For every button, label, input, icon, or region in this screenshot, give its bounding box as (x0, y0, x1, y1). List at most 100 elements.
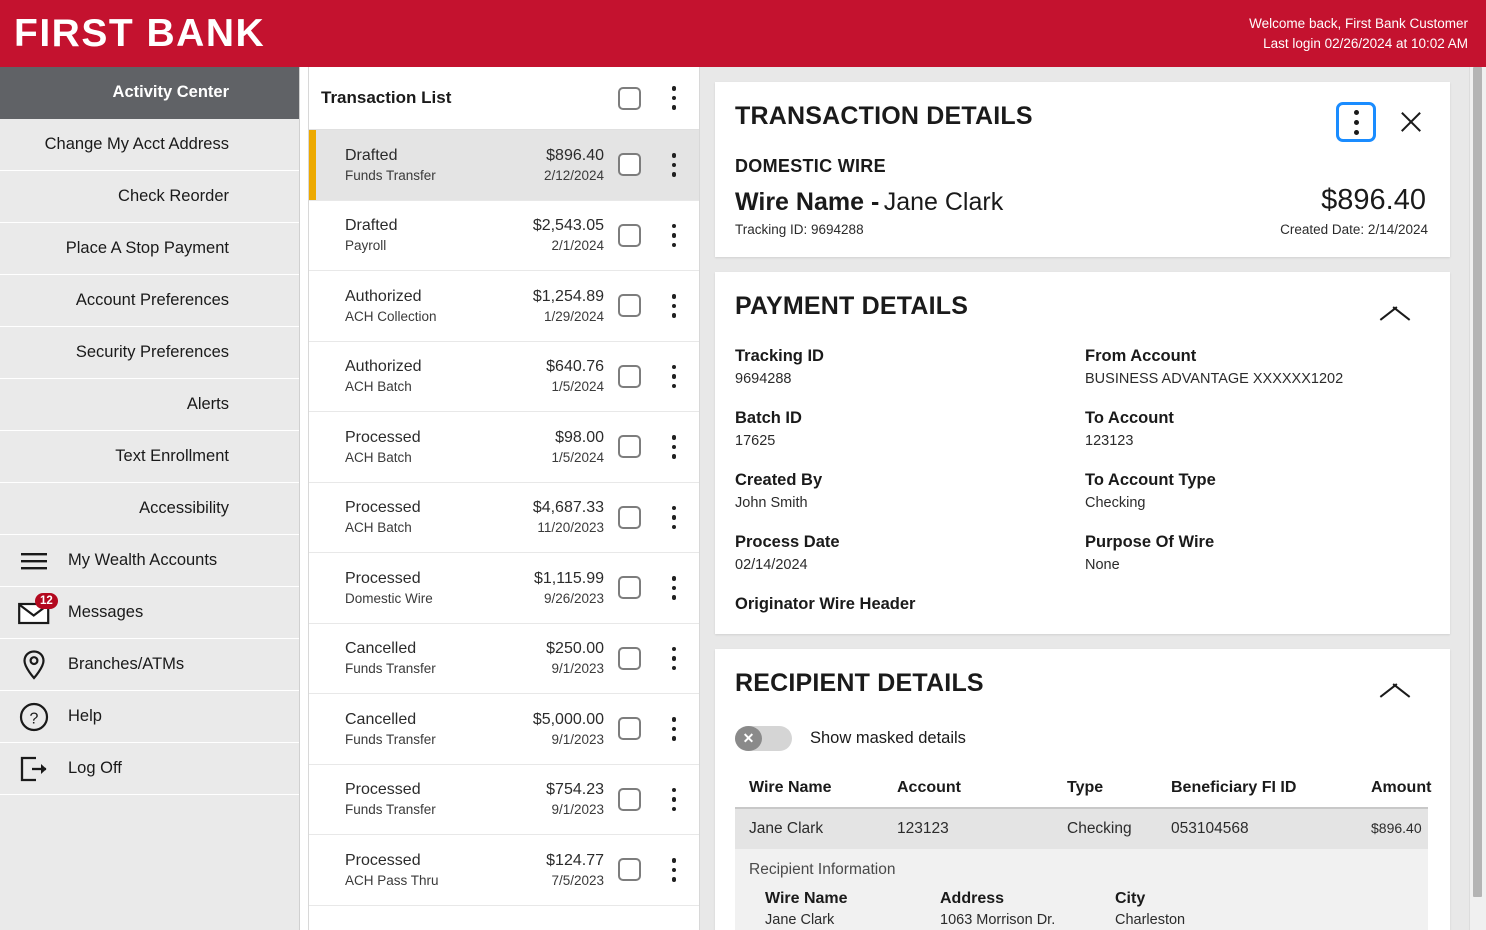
table-row[interactable]: Processed Domestic Wire $1,115.99 9/26/2… (309, 553, 699, 624)
row-menu-icon[interactable] (661, 858, 687, 882)
row-checkbox[interactable] (618, 223, 641, 247)
sidebar-item-messages[interactable]: 12 Messages (0, 587, 299, 639)
table-row[interactable]: Authorized ACH Collection $1,254.89 1/29… (309, 271, 699, 342)
sidebar-item-account-preferences[interactable]: Account Preferences (0, 275, 299, 327)
field-value: None (1085, 557, 1120, 573)
row-menu-icon[interactable] (661, 435, 687, 459)
sidebar-item-text-enrollment[interactable]: Text Enrollment (0, 431, 299, 483)
row-checkbox[interactable] (618, 294, 641, 318)
field-label: To Account (1085, 409, 1174, 427)
row-checkbox[interactable] (618, 787, 641, 811)
page-scrollbar-thumb[interactable] (1473, 67, 1482, 897)
field-value: 123123 (1085, 433, 1134, 449)
row-menu-icon[interactable] (661, 717, 687, 741)
close-icon[interactable] (1394, 105, 1428, 139)
payment-field: To Account 123123 (1085, 409, 1428, 449)
select-all-checkbox[interactable] (618, 86, 641, 110)
messages-badge: 12 (35, 592, 58, 609)
table-row[interactable]: Processed Funds Transfer $754.23 9/1/202… (309, 765, 699, 835)
transaction-list-menu-icon[interactable] (661, 86, 687, 110)
transaction-status: Drafted (345, 217, 398, 235)
details-column: TRANSACTION DETAILS DOMESTIC WIRE Wire N… (700, 67, 1470, 930)
field-label: From Account (1085, 347, 1197, 365)
row-menu-icon[interactable] (661, 153, 687, 177)
payment-field: From Account BUSINESS ADVANTAGE XXXXXX12… (1085, 347, 1428, 387)
sidebar-item-label: Messages (68, 603, 144, 621)
sidebar-item-branches-atms[interactable]: Branches/ATMs (0, 639, 299, 691)
cell-beneficiary-fi-id: 053104568 (1171, 820, 1249, 837)
transaction-type: Payroll (345, 238, 387, 254)
page-scrollbar[interactable] (1469, 67, 1486, 930)
hamburger-menu-icon (18, 545, 50, 577)
row-checkbox[interactable] (618, 505, 641, 529)
sidebar-item-change-my-acct-address[interactable]: Change My Acct Address (0, 119, 299, 171)
transaction-amount: $124.77 (546, 851, 604, 869)
transaction-row-content: Drafted Funds Transfer $896.40 2/12/2024 (321, 147, 618, 183)
sidebar-item-label: Alerts (186, 395, 229, 413)
payment-details-header[interactable]: PAYMENT DETAILS (735, 292, 1428, 321)
chevron-up-icon[interactable] (1378, 297, 1412, 317)
transaction-row-content: Processed Domestic Wire $1,115.99 9/26/2… (321, 570, 618, 606)
sidebar-item-accessibility[interactable]: Accessibility (0, 483, 299, 535)
payment-field: Batch ID 17625 (735, 409, 1085, 449)
table-row[interactable]: Drafted Funds Transfer $896.40 2/12/2024 (309, 130, 699, 201)
row-checkbox[interactable] (618, 858, 641, 882)
sidebar-item-label: Log Off (68, 759, 122, 777)
table-row[interactable]: Processed ACH Pass Thru $124.77 7/5/2023 (309, 835, 699, 906)
transaction-type: Funds Transfer (345, 802, 436, 818)
wire-kind-label: DOMESTIC WIRE (735, 156, 886, 176)
recipient-info-field: Address 1063 Morrison Dr. (940, 890, 1115, 928)
row-checkbox[interactable] (618, 153, 641, 177)
sidebar-item-activity-center[interactable]: Activity Center (0, 67, 299, 119)
row-checkbox[interactable] (618, 435, 641, 459)
row-checkbox[interactable] (618, 364, 641, 388)
sidebar-item-help[interactable]: ? Help (0, 691, 299, 743)
cell-type: Checking (1067, 820, 1132, 837)
table-row[interactable]: Drafted Payroll $2,543.05 2/1/2024 (309, 201, 699, 271)
sidebar-item-my-wealth-accounts[interactable]: My Wealth Accounts (0, 535, 299, 587)
sidebar-item-check-reorder[interactable]: Check Reorder (0, 171, 299, 223)
row-menu-icon[interactable] (661, 646, 687, 670)
payment-details-grid: Tracking ID 9694288 From Account BUSINES… (735, 347, 1428, 614)
field-value: 1063 Morrison Dr. (940, 912, 1056, 928)
sidebar-item-security-preferences[interactable]: Security Preferences (0, 327, 299, 379)
recipient-details-header[interactable]: RECIPIENT DETAILS (735, 669, 1428, 698)
row-menu-icon[interactable] (661, 294, 687, 318)
row-checkbox[interactable] (618, 717, 641, 741)
show-masked-details-toggle[interactable]: ✕ (735, 726, 792, 751)
column-header-account: Account (897, 779, 961, 796)
chevron-up-icon[interactable] (1378, 674, 1412, 694)
table-row[interactable]: Jane Clark 123123 Checking 053104568 $89… (735, 809, 1428, 849)
originator-wire-header-field: Originator Wire Header (735, 595, 1085, 614)
row-menu-icon[interactable] (661, 223, 687, 247)
cell-amount: $896.40 (1371, 820, 1422, 836)
transaction-details-menu-icon[interactable] (1336, 102, 1376, 142)
row-checkbox[interactable] (618, 646, 641, 670)
svg-text:?: ? (30, 710, 39, 727)
transaction-row-content: Cancelled Funds Transfer $5,000.00 9/1/2… (321, 711, 618, 747)
row-menu-icon[interactable] (661, 505, 687, 529)
sidebar-item-place-a-stop-payment[interactable]: Place A Stop Payment (0, 223, 299, 275)
field-value: 17625 (735, 433, 776, 449)
row-menu-icon[interactable] (661, 787, 687, 811)
table-row[interactable]: Authorized ACH Batch $640.76 1/5/2024 (309, 342, 699, 412)
transaction-row-content: Cancelled Funds Transfer $250.00 9/1/202… (321, 640, 618, 676)
transaction-list-panel: Transaction List Drafted Funds Transfer … (308, 67, 700, 930)
table-row[interactable]: Cancelled Funds Transfer $250.00 9/1/202… (309, 624, 699, 694)
sidebar-item-log-off[interactable]: Log Off (0, 743, 299, 795)
row-menu-icon[interactable] (661, 364, 687, 388)
transaction-status: Processed (345, 569, 421, 587)
sidebar-item-alerts[interactable]: Alerts (0, 379, 299, 431)
transaction-status: Processed (345, 781, 421, 799)
recipient-information-block: Recipient Information Wire Name Jane Cla… (735, 849, 1428, 930)
recipient-information-grid: Wire Name Jane Clark Address 1063 Morris… (749, 890, 1414, 928)
field-label: Originator Wire Header (735, 595, 916, 613)
row-checkbox[interactable] (618, 576, 641, 600)
table-row[interactable]: Processed ACH Batch $98.00 1/5/2024 (309, 412, 699, 483)
app-root: FIRST BANK Welcome back, First Bank Cust… (0, 0, 1486, 930)
table-row[interactable]: Processed ACH Batch $4,687.33 11/20/2023 (309, 483, 699, 553)
transaction-type: ACH Batch (345, 449, 412, 465)
row-menu-icon[interactable] (661, 576, 687, 600)
table-row[interactable]: Cancelled Funds Transfer $5,000.00 9/1/2… (309, 694, 699, 765)
recipient-table: Wire Name Account Type Beneficiary FI ID… (735, 779, 1431, 930)
